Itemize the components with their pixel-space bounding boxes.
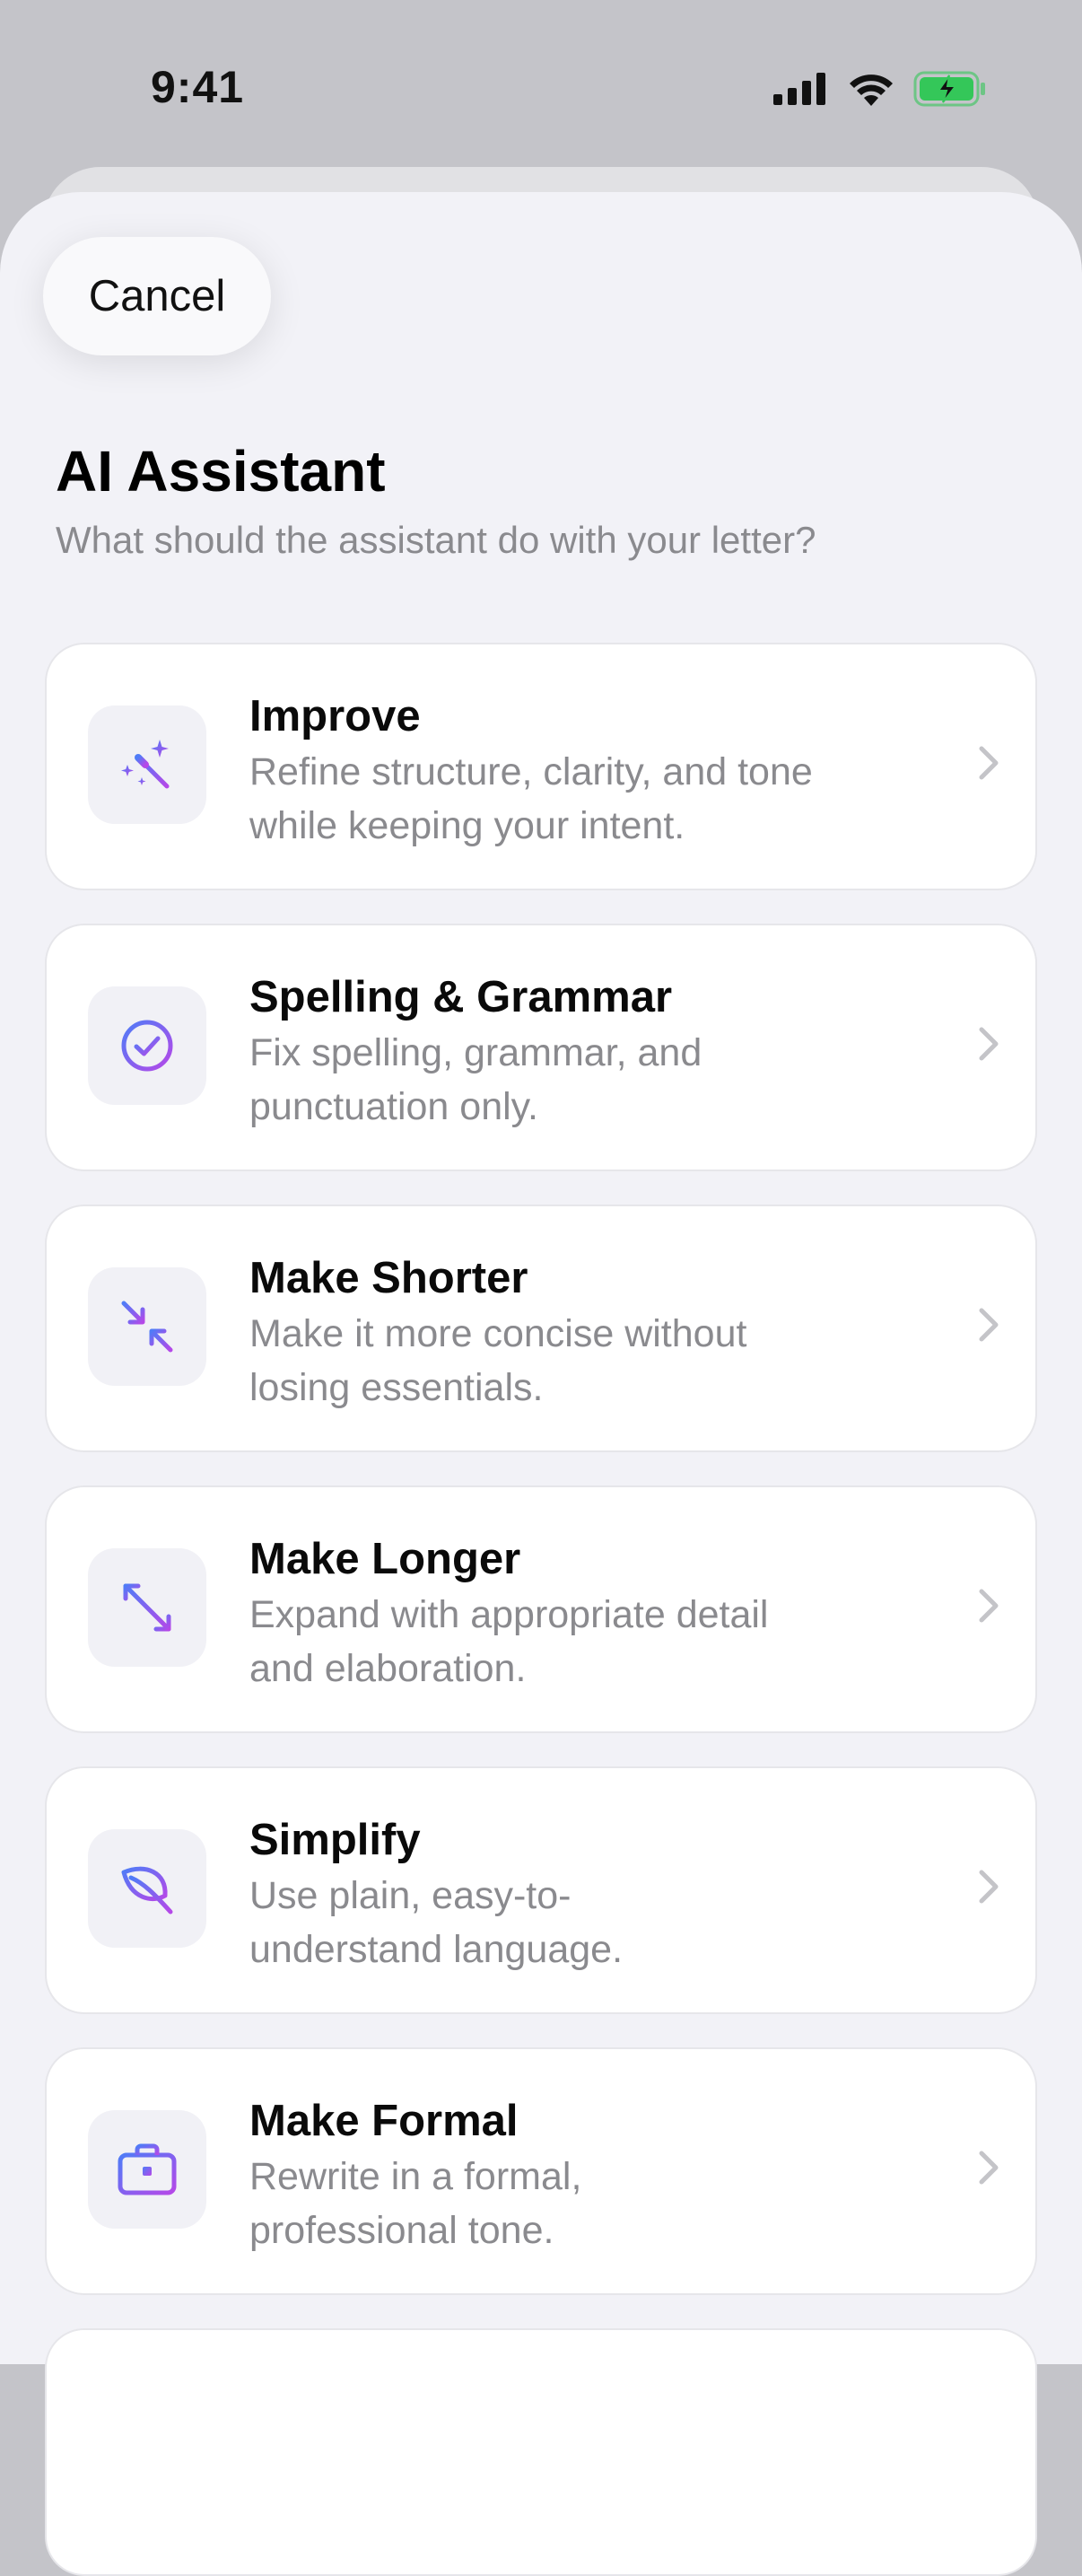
chevron-right-icon [979,1308,999,1342]
cancel-button[interactable]: Cancel [43,237,271,355]
action-card-make-longer[interactable]: Make Longer Expand with appropriate deta… [45,1485,1037,1733]
action-description-line: Use plain, easy-to- [249,1874,572,1917]
action-description-line: Make it more concise without [249,1312,747,1355]
icon-tile [88,1267,206,1386]
icon-tile [88,1829,206,1948]
action-description-line: Fix spelling, grammar, and [249,1031,702,1074]
action-description: Make it more concise without losing esse… [249,1307,895,1415]
action-card-make-formal[interactable]: Make Formal Rewrite in a formal, profess… [45,2047,1037,2295]
checkmark-circle-icon [121,1020,173,1072]
action-description: Expand with appropriate detail and elabo… [249,1588,895,1695]
leaf-icon [121,1866,173,1914]
action-description-line: Rewrite in a formal, [249,2155,582,2198]
action-label: Spelling & Grammar [249,973,673,1021]
status-icons [773,66,987,111]
wifi-icon [850,74,893,106]
arrows-inward-icon [121,1301,173,1353]
action-label: Simplify [249,1816,421,1864]
action-description-line: and elaboration. [249,1647,527,1690]
action-description-line: Refine structure, clarity, and tone [249,750,813,793]
cellular-signal-icon [773,73,825,105]
action-description: Use plain, easy-to- understand language. [249,1869,895,1976]
action-card-simplify[interactable]: Simplify Use plain, easy-to- understand … [45,1766,1037,2014]
status-time: 9:41 [151,62,245,112]
action-card-make-shorter[interactable]: Make Shorter Make it more concise withou… [45,1205,1037,1452]
action-card-partial[interactable] [45,2328,1037,2576]
chevron-right-icon [979,1027,999,1061]
battery-charging-icon [913,71,985,107]
chevron-right-icon [979,746,999,780]
magic-wand-icon [121,740,170,789]
action-label: Improve [249,692,421,740]
chevron-right-icon [979,1870,999,1904]
action-description-line: Expand with appropriate detail [249,1593,769,1636]
chevron-right-icon [979,2151,999,2185]
action-description: Rewrite in a formal, professional tone. [249,2150,895,2257]
action-description-line: professional tone. [249,2209,554,2252]
action-description-line: understand language. [249,1928,624,1971]
page-subtitle: What should the assistant do with your l… [56,519,816,561]
chevron-right-icon [979,1589,999,1623]
briefcase-icon [118,2143,177,2195]
action-description: Refine structure, clarity, and tone whil… [249,745,895,853]
icon-tile [88,986,206,1105]
page-title: AI Assistant [56,439,386,504]
action-label: Make Longer [249,1535,521,1583]
action-label: Make Formal [249,2097,519,2145]
action-label: Make Shorter [249,1254,528,1302]
status-bar: 9:41 [0,0,1082,171]
action-card-improve[interactable]: Improve Refine structure, clarity, and t… [45,643,1037,890]
action-description-line: punctuation only. [249,1085,538,1128]
arrows-outward-icon [123,1583,171,1632]
icon-tile [88,1548,206,1667]
action-description-line: losing essentials. [249,1366,544,1409]
icon-tile [88,2110,206,2229]
action-description-line: while keeping your intent. [249,804,685,847]
icon-tile [88,705,206,824]
action-description: Fix spelling, grammar, and punctuation o… [249,1026,895,1134]
action-card-spelling-grammar[interactable]: Spelling & Grammar Fix spelling, grammar… [45,924,1037,1171]
